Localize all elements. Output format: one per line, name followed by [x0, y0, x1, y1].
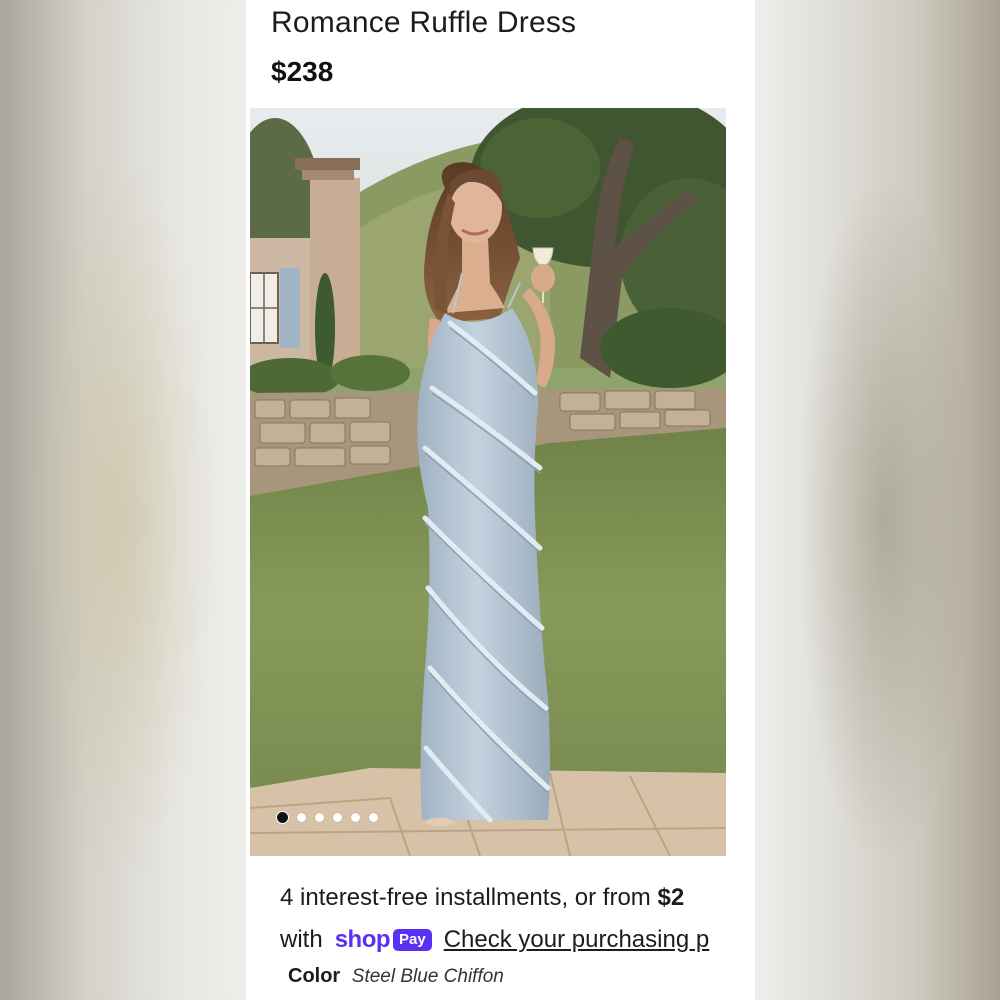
shop-pay-logo: shop: [334, 926, 391, 953]
carousel-dot[interactable]: [369, 813, 378, 822]
shop-pay-badge: Pay: [393, 929, 432, 951]
carousel-pagination: [277, 812, 378, 823]
check-purchasing-power-link[interactable]: Check your purchasing p: [444, 926, 709, 954]
with-label: with: [280, 926, 323, 953]
product-card: Romance Ruffle Dress $238 4 interest-fre…: [246, 0, 755, 1000]
product-photo-illustration: [250, 108, 726, 856]
carousel-dot-active[interactable]: [277, 812, 288, 823]
product-price: $238: [271, 56, 334, 87]
color-value: Steel Blue Chiffon: [351, 966, 504, 987]
carousel-dot[interactable]: [351, 813, 360, 822]
installments-amount: $2: [657, 884, 685, 911]
carousel-dot[interactable]: [333, 813, 342, 822]
installments-label: 4 interest-free installments, or from: [280, 884, 658, 911]
product-image[interactable]: [250, 108, 726, 856]
color-selector-label: Color Steel Blue Chiffon: [288, 965, 504, 988]
shop-pay-line: with shop Pay Check your purchasing p: [280, 926, 709, 954]
product-title: Romance Ruffle Dress: [271, 6, 577, 39]
carousel-dot[interactable]: [297, 813, 306, 822]
blurred-background-right: [755, 0, 1000, 1000]
color-label: Color: [288, 965, 341, 987]
blurred-background-left: [0, 0, 246, 1000]
carousel-dot[interactable]: [315, 813, 324, 822]
installments-text: 4 interest-free installments, or from $2: [280, 884, 684, 912]
